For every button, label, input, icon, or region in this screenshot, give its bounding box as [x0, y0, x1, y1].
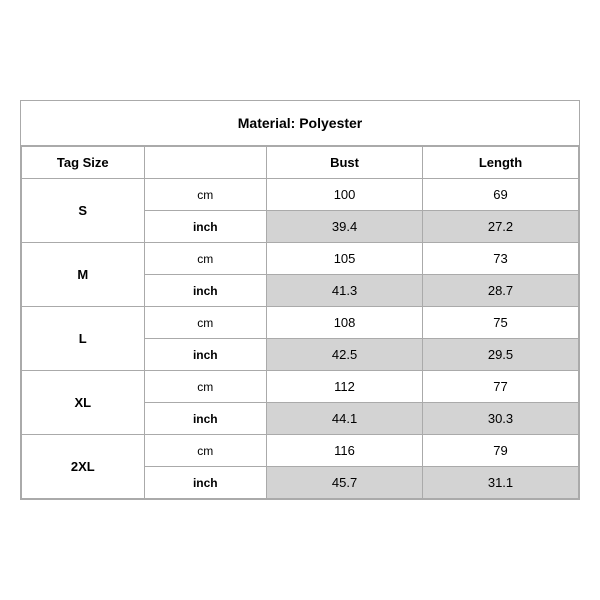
- length-inch: 31.1: [423, 467, 579, 499]
- unit-cm: cm: [144, 435, 267, 467]
- unit-inch: inch: [144, 467, 267, 499]
- header-length: Length: [423, 147, 579, 179]
- table-row: Lcm10875: [22, 307, 579, 339]
- chart-title: Material: Polyester: [21, 101, 579, 146]
- unit-inch: inch: [144, 211, 267, 243]
- bust-cm: 105: [267, 243, 423, 275]
- unit-cm: cm: [144, 371, 267, 403]
- unit-cm: cm: [144, 307, 267, 339]
- length-cm: 77: [423, 371, 579, 403]
- header-unit: [144, 147, 267, 179]
- bust-inch: 44.1: [267, 403, 423, 435]
- unit-cm: cm: [144, 179, 267, 211]
- unit-inch: inch: [144, 403, 267, 435]
- unit-inch: inch: [144, 275, 267, 307]
- table-row: Scm10069: [22, 179, 579, 211]
- size-table: Tag Size Bust Length Scm10069inch39.427.…: [21, 146, 579, 499]
- length-inch: 28.7: [423, 275, 579, 307]
- bust-inch: 41.3: [267, 275, 423, 307]
- length-inch: 27.2: [423, 211, 579, 243]
- header-bust: Bust: [267, 147, 423, 179]
- length-inch: 29.5: [423, 339, 579, 371]
- table-row: XLcm11277: [22, 371, 579, 403]
- unit-cm: cm: [144, 243, 267, 275]
- size-chart: Material: Polyester Tag Size Bust Length…: [20, 100, 580, 500]
- bust-cm: 100: [267, 179, 423, 211]
- bust-inch: 45.7: [267, 467, 423, 499]
- tag-size-cell: M: [22, 243, 145, 307]
- table-row: Mcm10573: [22, 243, 579, 275]
- length-cm: 75: [423, 307, 579, 339]
- unit-inch: inch: [144, 339, 267, 371]
- length-cm: 79: [423, 435, 579, 467]
- tag-size-cell: S: [22, 179, 145, 243]
- table-row: 2XLcm11679: [22, 435, 579, 467]
- bust-cm: 116: [267, 435, 423, 467]
- length-cm: 69: [423, 179, 579, 211]
- length-inch: 30.3: [423, 403, 579, 435]
- tag-size-cell: L: [22, 307, 145, 371]
- bust-inch: 39.4: [267, 211, 423, 243]
- tag-size-cell: XL: [22, 371, 145, 435]
- bust-cm: 108: [267, 307, 423, 339]
- header-tag-size: Tag Size: [22, 147, 145, 179]
- length-cm: 73: [423, 243, 579, 275]
- tag-size-cell: 2XL: [22, 435, 145, 499]
- bust-cm: 112: [267, 371, 423, 403]
- bust-inch: 42.5: [267, 339, 423, 371]
